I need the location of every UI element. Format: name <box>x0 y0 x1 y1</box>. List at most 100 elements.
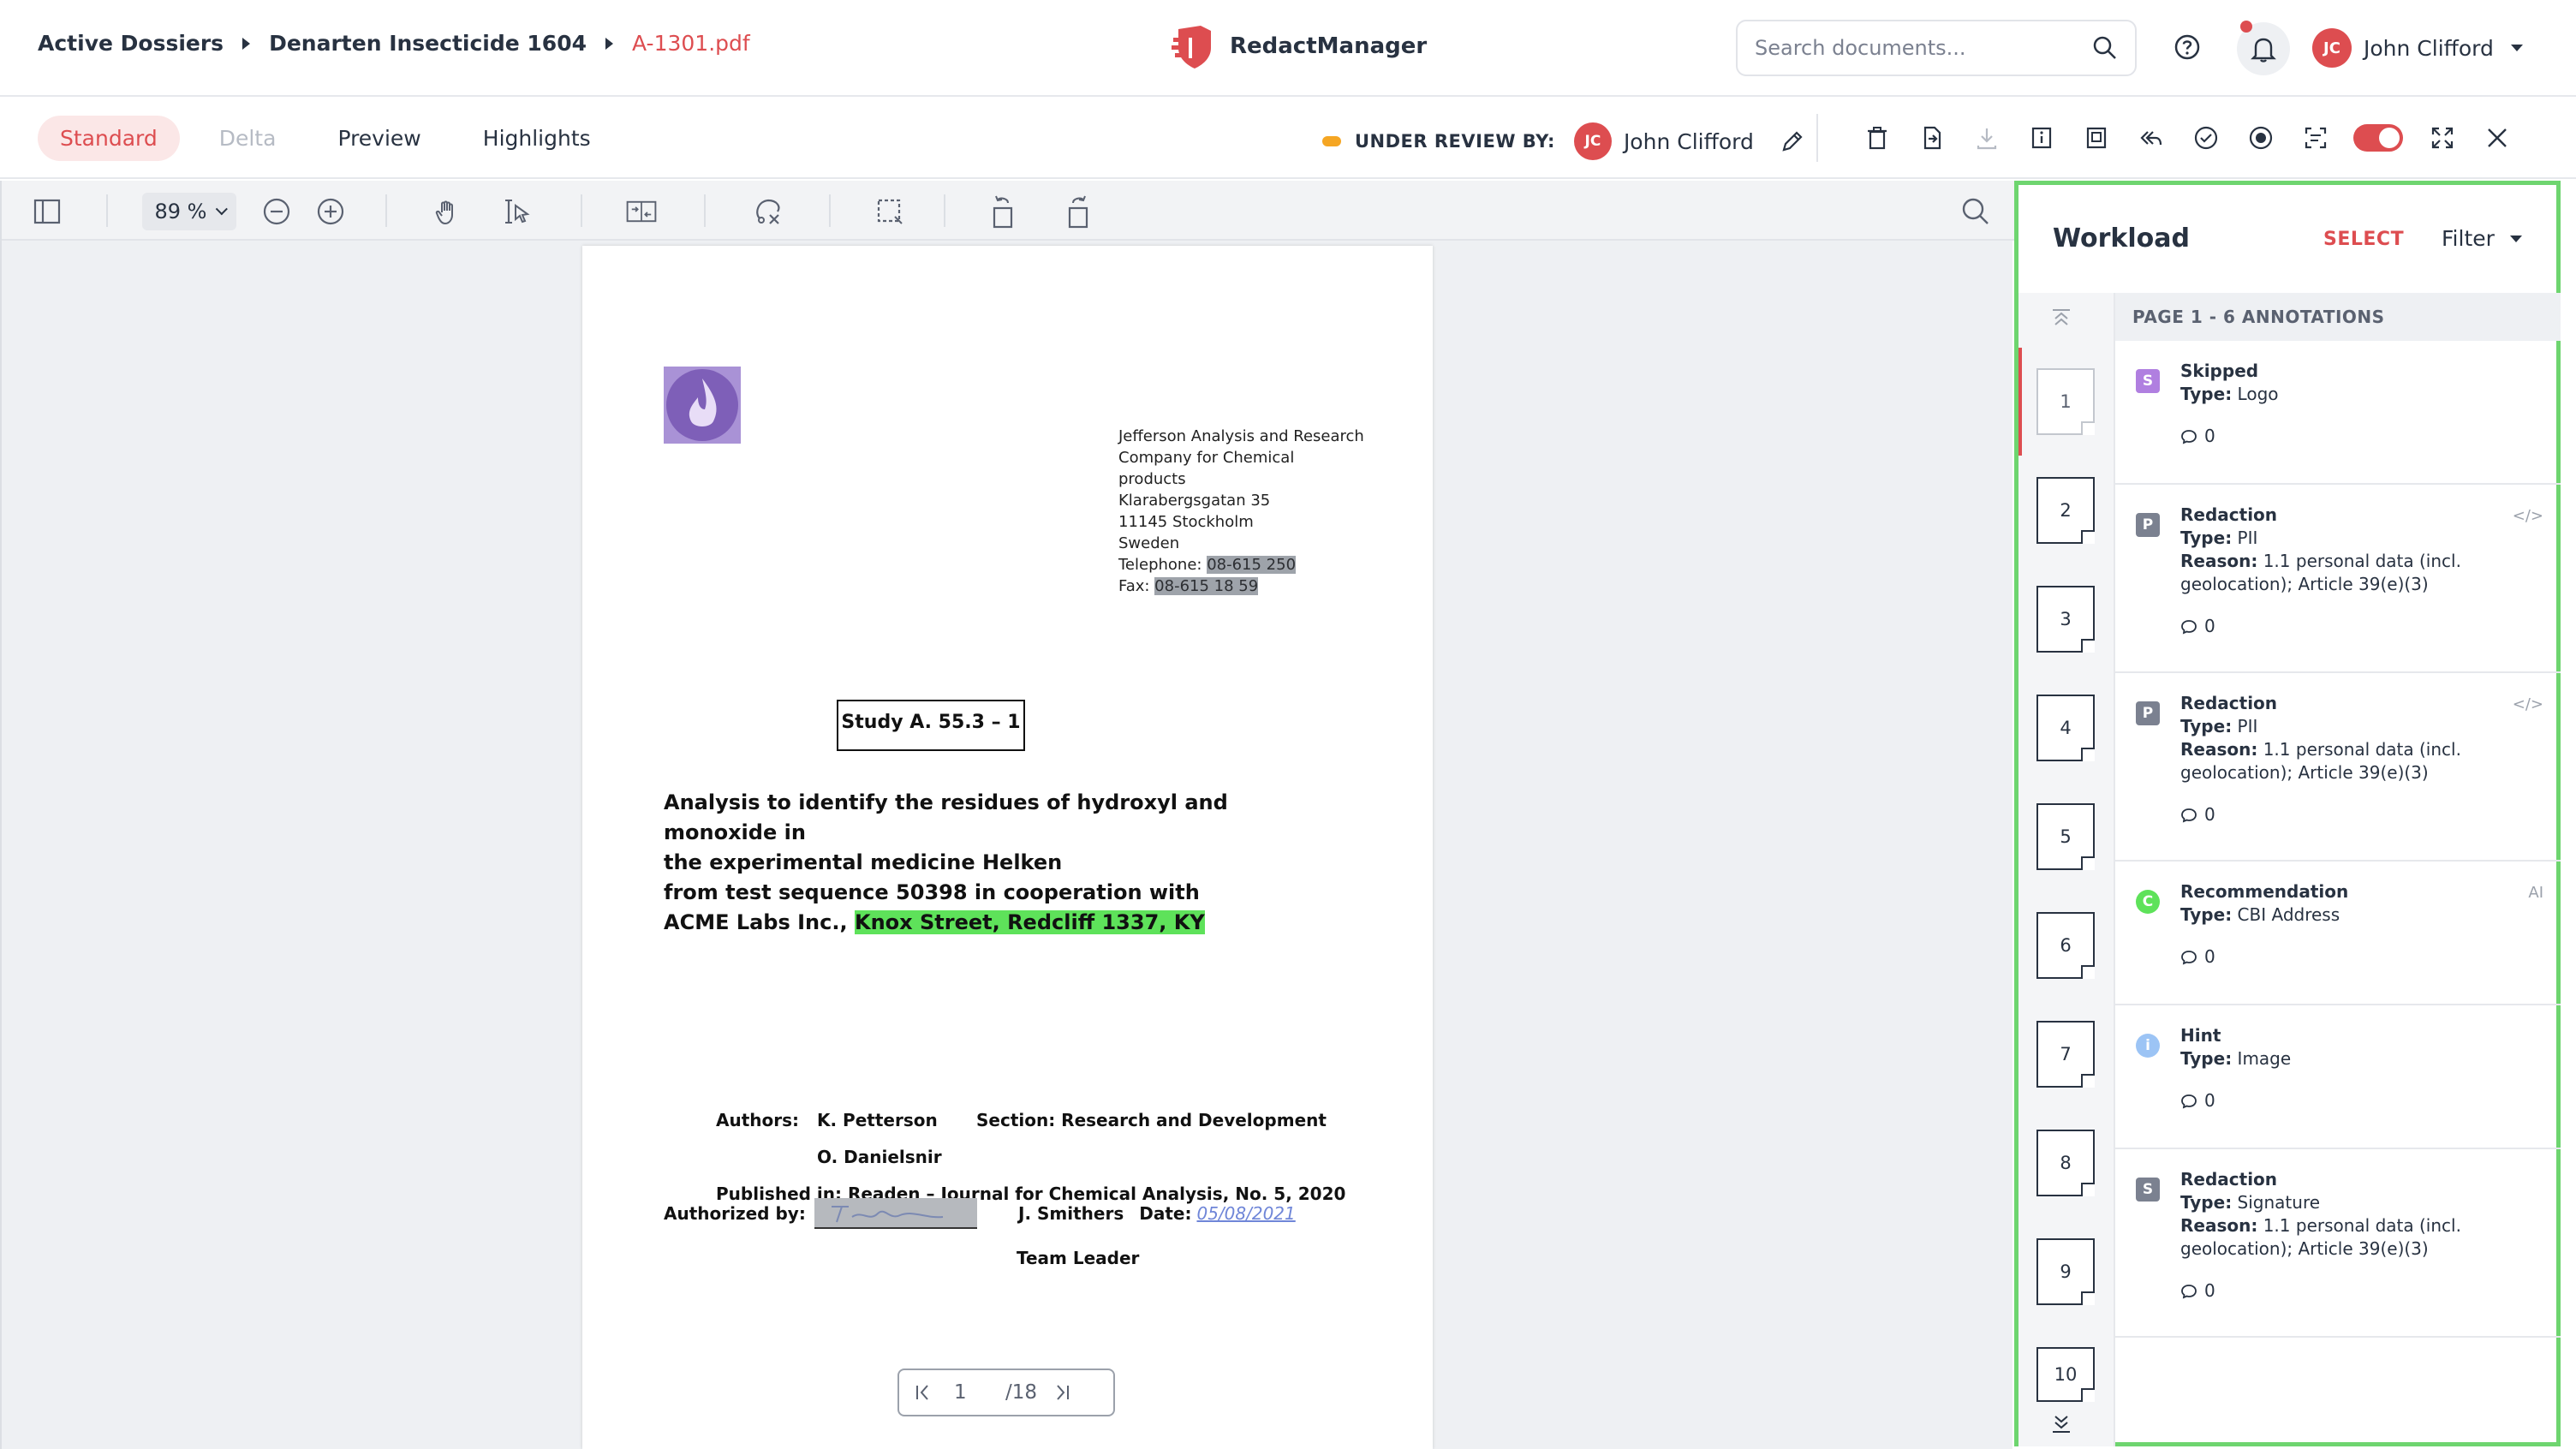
comment-icon <box>2181 1094 2197 1108</box>
annotation-item[interactable]: P </> Redaction Type: PII Reason: 1.1 pe… <box>2115 485 2561 673</box>
zoom-in-icon <box>317 198 344 225</box>
pan-tool-button[interactable] <box>432 195 464 228</box>
annotation-details: Redaction Type: PII Reason: 1.1 personal… <box>2180 504 2540 638</box>
compare-pages-button[interactable] <box>625 195 658 228</box>
page-thumbnail[interactable]: 1 <box>2036 368 2095 435</box>
type-label: Type: <box>2180 716 2233 736</box>
search-box[interactable] <box>1736 20 2137 76</box>
last-page-icon[interactable] <box>1053 1382 1070 1403</box>
toggle-sidebar-button[interactable] <box>31 195 63 228</box>
comments-count[interactable]: 0 <box>2180 425 2540 448</box>
comments-count[interactable]: 0 <box>2180 615 2540 638</box>
annotation-item[interactable]: i Hint Type: Image 0 <box>2115 1005 2561 1149</box>
page-thumbnail[interactable]: 3 <box>2036 586 2095 653</box>
expand-icon <box>2431 127 2454 149</box>
info-button[interactable] <box>2024 121 2059 155</box>
annotation-title: Skipped <box>2180 361 2259 381</box>
annotation-type-badge: P <box>2136 701 2160 725</box>
toolbar-divider <box>704 194 706 227</box>
status-dot-icon <box>1322 136 1341 146</box>
edit-pencil-icon[interactable] <box>1780 128 1805 154</box>
comments-count[interactable]: 0 <box>2180 945 2540 969</box>
comments-count[interactable]: 0 <box>2180 1089 2540 1112</box>
annotation-details: Redaction Type: PII Reason: 1.1 personal… <box>2180 692 2540 826</box>
cbi-address-highlight[interactable]: Knox Street, Redcliff 1337, KY <box>854 910 1205 934</box>
viewer-search-button[interactable] <box>1959 195 1992 228</box>
annotation-title: Redaction <box>2180 1169 2278 1190</box>
scroll-to-top-icon[interactable] <box>2049 307 2073 329</box>
avatar: JC <box>2312 28 2352 68</box>
redaction-toggle[interactable] <box>2353 124 2403 152</box>
rotate-right-button[interactable] <box>1060 195 1093 229</box>
zoom-select[interactable]: 89 % <box>142 193 236 230</box>
approve-button[interactable] <box>2189 121 2223 155</box>
breadcrumb-item-active-dossiers[interactable]: Active Dossiers <box>38 31 224 56</box>
zoom-out-button[interactable] <box>260 195 293 228</box>
annotation-type: Signature <box>2237 1192 2321 1213</box>
comments-count[interactable]: 0 <box>2180 803 2540 826</box>
select-text-button[interactable] <box>502 195 534 228</box>
page-thumbnail[interactable]: 10 <box>2036 1347 2095 1402</box>
annotation-item[interactable]: C AI Recommendation Type: CBI Address 0 <box>2115 862 2561 1005</box>
rectangle-select-button[interactable] <box>874 195 906 228</box>
reviewer-name[interactable]: John Clifford <box>1624 129 1754 154</box>
redacted-fax[interactable]: 08-615 18 59 <box>1154 577 1259 595</box>
ocr-button[interactable] <box>2299 121 2333 155</box>
delete-button[interactable] <box>1860 121 1894 155</box>
address-line: products <box>1118 470 1186 488</box>
remove-selection-button[interactable] <box>752 195 784 228</box>
page-thumbnail[interactable]: 7 <box>2036 1021 2095 1088</box>
page-thumbnail[interactable]: 8 <box>2036 1130 2095 1196</box>
close-icon <box>2488 128 2507 147</box>
filter-dropdown[interactable]: Filter <box>2442 226 2522 251</box>
undo-all-button[interactable] <box>2134 121 2168 155</box>
page-number-input[interactable]: 1 <box>954 1381 1005 1404</box>
annotation-item[interactable]: S Skipped Type: Logo 0 <box>2115 341 2561 485</box>
first-page-icon[interactable] <box>915 1382 932 1403</box>
select-button[interactable]: SELECT <box>2323 229 2404 250</box>
title-line: ACME Labs Inc., Knox Street, Redcliff 13… <box>664 908 1315 938</box>
annotation-item[interactable]: S Redaction Type: Signature Reason: 1.1 … <box>2115 1149 2561 1338</box>
zoom-in-button[interactable] <box>314 195 347 228</box>
page-thumbnail[interactable]: 9 <box>2036 1238 2095 1305</box>
record-button[interactable] <box>2244 121 2278 155</box>
download-button[interactable] <box>1970 121 2004 155</box>
page-thumbnail[interactable]: 4 <box>2036 695 2095 761</box>
compare-button[interactable] <box>2079 121 2114 155</box>
pdf-page: Jefferson Analysis and Research Company … <box>582 246 1433 1449</box>
redacted-telephone[interactable]: 08-615 250 <box>1207 556 1297 574</box>
page-thumbnail[interactable]: 5 <box>2036 803 2095 870</box>
annotation-item[interactable]: P </> Redaction Type: PII Reason: 1.1 pe… <box>2115 673 2561 862</box>
annotation-details: Hint Type: Image 0 <box>2180 1024 2540 1112</box>
breadcrumb-item-dossier[interactable]: Denarten Insecticide 1604 <box>269 31 587 56</box>
tab-standard[interactable]: Standard <box>38 116 180 161</box>
tab-preview[interactable]: Preview <box>315 116 443 161</box>
annotation-details: Recommendation Type: CBI Address 0 <box>2180 880 2540 969</box>
page-thumbnail[interactable]: 6 <box>2036 912 2095 979</box>
telephone-line: Telephone: 08-615 250 <box>1118 554 1375 575</box>
scroll-to-bottom-icon[interactable] <box>2049 1413 2073 1435</box>
search-icon[interactable] <box>2092 35 2118 61</box>
comments-count[interactable]: 0 <box>2180 1279 2540 1303</box>
signer-name: J. Smithers <box>1018 1203 1124 1224</box>
comments-value: 0 <box>2204 1280 2215 1301</box>
reply-all-icon <box>2140 131 2162 146</box>
company-logo-image[interactable] <box>664 367 741 444</box>
app-logo[interactable]: RedactManager <box>1172 22 1427 70</box>
zoom-value: 89 % <box>154 200 207 224</box>
fullscreen-button[interactable] <box>2425 121 2460 155</box>
help-icon[interactable] <box>2174 33 2201 61</box>
tab-highlights[interactable]: Highlights <box>461 116 613 161</box>
close-button[interactable] <box>2480 121 2514 155</box>
address-line: Jefferson Analysis and Research <box>1118 427 1364 445</box>
comments-value: 0 <box>2204 1090 2215 1111</box>
redacted-date[interactable]: 05/08/2021 <box>1196 1203 1295 1224</box>
annotation-type-badge: C <box>2136 890 2160 914</box>
rotate-left-button[interactable] <box>988 195 1021 229</box>
tab-delta[interactable]: Delta <box>197 116 299 161</box>
export-button[interactable] <box>1915 121 1949 155</box>
search-input[interactable] <box>1755 36 2092 60</box>
user-menu[interactable]: JC John Clifford <box>2312 28 2523 68</box>
redacted-signature[interactable] <box>814 1198 977 1229</box>
page-thumbnail[interactable]: 2 <box>2036 477 2095 544</box>
